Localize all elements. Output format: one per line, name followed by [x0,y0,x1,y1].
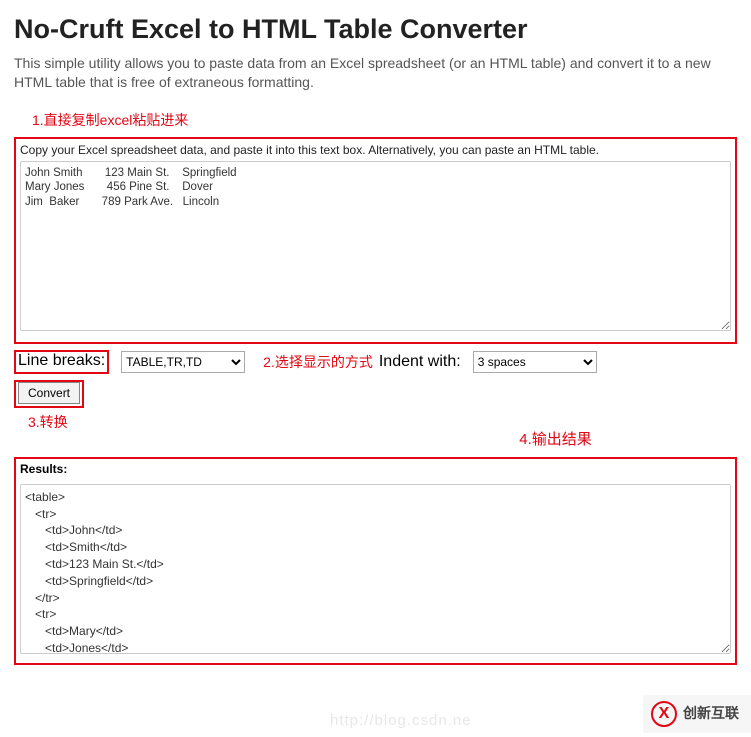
page-description: This simple utility allows you to paste … [14,54,737,92]
indent-with-select[interactable]: 3 spaces [473,351,597,373]
annotation-1: 1.直接复制excel粘贴进来 [32,110,737,130]
brand-name: 创新互联 [683,706,739,721]
line-breaks-select[interactable]: TABLE,TR,TD [121,351,245,373]
brand-mark-icon: X [651,701,677,727]
annotation-4: 4.输出结果 [374,428,737,449]
source-input[interactable] [20,161,731,331]
brand-logo: X 创新互联 [643,695,751,733]
results-label: Results: [20,462,731,476]
line-breaks-label: Line breaks: [18,352,105,369]
line-breaks-wrap: Line breaks: [14,350,109,374]
annotation-2: 2.选择显示的方式 [263,352,373,372]
input-instruction: Copy your Excel spreadsheet data, and pa… [20,143,731,157]
page-title: No-Cruft Excel to HTML Table Converter [14,14,737,45]
convert-wrap: Convert [14,380,84,408]
input-group: Copy your Excel spreadsheet data, and pa… [14,137,737,344]
results-group: Results: [14,457,737,665]
watermark-text: http://blog.csdn.ne [330,712,472,729]
indent-with-label: Indent with: [379,353,461,371]
convert-button[interactable]: Convert [18,382,80,404]
results-output[interactable] [20,484,731,654]
